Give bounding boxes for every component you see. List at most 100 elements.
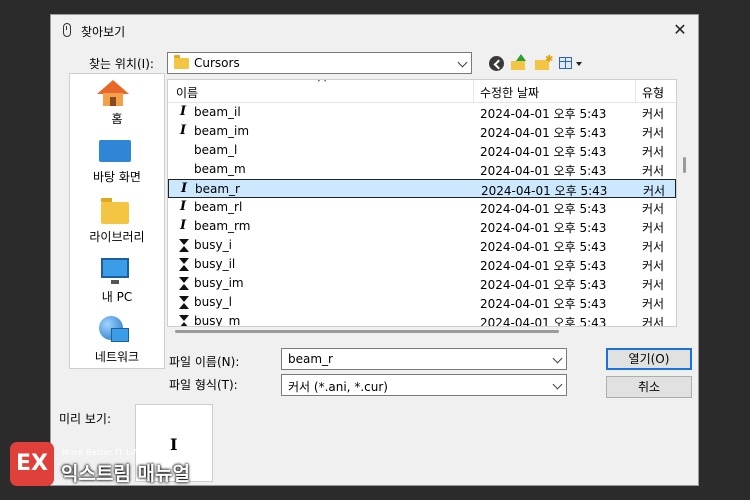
file-date: 2024-04-01 오후 5:43 [480, 259, 607, 273]
file-name: busy_il [194, 257, 236, 271]
view-menu-icon[interactable] [557, 53, 585, 73]
file-type: 커서 [642, 240, 665, 254]
file-list[interactable]: 이름 수정한 날짜 유형 Ibeam_il 2024-04-01 오후 5:43 커… [167, 79, 677, 327]
file-type: 커서 [642, 107, 665, 121]
file-name: busy_l [194, 295, 232, 309]
library-icon [101, 198, 129, 224]
file-type: 커서 [643, 184, 666, 198]
look-in-value: Cursors [194, 56, 240, 70]
folder-icon [174, 55, 189, 69]
text-cursor-icon: I [180, 123, 187, 138]
file-name: busy_im [194, 276, 244, 290]
vertical-scrollbar[interactable] [683, 157, 686, 173]
place-library[interactable]: 라이브러리 [70, 192, 164, 250]
file-row[interactable]: busy_i 2024-04-01 오후 5:43 커서 [168, 236, 676, 255]
file-type: 커서 [642, 202, 665, 216]
window-title: 찾아보기 [81, 25, 126, 39]
place-desktop[interactable]: 바탕 화면 [70, 132, 164, 190]
file-row[interactable]: busy_il 2024-04-01 오후 5:43 커서 [168, 255, 676, 274]
file-type-label: 파일 형식(T): [169, 378, 238, 392]
file-name: beam_il [194, 105, 241, 119]
file-row[interactable]: Ibeam_il 2024-04-01 오후 5:43 커서 [168, 103, 676, 122]
text-cursor-icon: I [180, 218, 187, 233]
new-folder-icon[interactable]: ✱ [533, 53, 553, 73]
file-name: beam_rm [194, 219, 251, 233]
file-name: busy_i [194, 238, 232, 252]
file-name: beam_l [194, 143, 238, 157]
horizontal-scrollbar[interactable] [175, 330, 559, 333]
file-type: 커서 [642, 259, 665, 273]
network-icon [99, 316, 129, 342]
file-date: 2024-04-01 오후 5:43 [480, 145, 607, 159]
busy-cursor-icon [179, 315, 189, 326]
file-date: 2024-04-01 오후 5:43 [480, 107, 607, 121]
places-bar: 홈 바탕 화면 라이브러리 내 PC 네트워크 [69, 73, 165, 369]
file-row[interactable]: busy_im 2024-04-01 오후 5:43 커서 [168, 274, 676, 293]
file-name: beam_r [195, 182, 240, 196]
watermark-title: 익스트림 매뉴얼 [61, 463, 190, 485]
file-type: 커서 [642, 316, 665, 327]
file-row[interactable]: busy_l 2024-04-01 오후 5:43 커서 [168, 293, 676, 312]
sort-up-icon [317, 80, 327, 86]
file-name: busy_m [194, 314, 241, 327]
file-row[interactable]: Ibeam_rm 2024-04-01 오후 5:43 커서 [168, 217, 676, 236]
file-date: 2024-04-01 오후 5:43 [480, 297, 607, 311]
mouse-icon [63, 23, 71, 37]
file-row[interactable]: beam_l 2024-04-01 오후 5:43 커서 [168, 141, 676, 160]
pc-icon [101, 258, 129, 284]
watermark: EX More Better IT Life 익스트림 매뉴얼 [6, 440, 202, 492]
file-date: 2024-04-01 오후 5:43 [480, 221, 607, 235]
column-header-name[interactable]: 이름 [176, 84, 198, 101]
file-date: 2024-04-01 오후 5:43 [480, 278, 607, 292]
chevron-down-icon[interactable] [552, 379, 563, 390]
busy-cursor-icon [179, 296, 189, 309]
file-date: 2024-04-01 오후 5:43 [480, 240, 607, 254]
busy-cursor-icon [179, 258, 189, 271]
file-name-value: beam_r [288, 352, 333, 366]
cancel-button[interactable]: 취소 [606, 376, 692, 398]
back-icon[interactable] [487, 53, 507, 73]
file-name-input[interactable]: beam_r [281, 348, 567, 370]
place-label: 라이브러리 [89, 230, 145, 244]
column-header-date[interactable]: 수정한 날짜 [480, 84, 539, 101]
look-in-label: 찾는 위치(I): [89, 57, 154, 71]
file-type: 커서 [642, 145, 665, 159]
text-cursor-icon: I [180, 199, 187, 214]
file-row[interactable]: Ibeam_im 2024-04-01 오후 5:43 커서 [168, 122, 676, 141]
file-row[interactable]: busy_m 2024-04-01 오후 5:43 커서 [168, 312, 676, 327]
file-type-dropdown[interactable]: 커서 (*.ani, *.cur) [281, 374, 567, 396]
column-header-type[interactable]: 유형 [642, 84, 664, 101]
file-row[interactable]: Ibeam_rl 2024-04-01 오후 5:43 커서 [168, 198, 676, 217]
place-network[interactable]: 네트워크 [70, 312, 164, 370]
open-button[interactable]: 열기(O) [606, 348, 692, 370]
look-in-dropdown[interactable]: Cursors [167, 52, 472, 74]
file-name-label: 파일 이름(N): [169, 355, 240, 369]
title-bar: 찾아보기 ✕ [51, 15, 698, 47]
file-row[interactable]: Ibeam_r 2024-04-01 오후 5:43 커서 [168, 179, 676, 198]
file-date: 2024-04-01 오후 5:43 [480, 202, 607, 216]
place-home[interactable]: 홈 [70, 74, 164, 132]
place-label: 바탕 화면 [93, 170, 141, 184]
file-row[interactable]: beam_m 2024-04-01 오후 5:43 커서 [168, 160, 676, 179]
text-cursor-icon: I [181, 181, 188, 196]
file-type: 커서 [642, 297, 665, 311]
close-button[interactable]: ✕ [668, 19, 692, 41]
watermark-subtitle: More Better IT Life [62, 448, 142, 457]
chevron-down-icon[interactable] [457, 57, 468, 68]
file-date: 2024-04-01 오후 5:43 [480, 316, 607, 327]
place-pc[interactable]: 내 PC [70, 252, 164, 310]
file-name: beam_m [194, 162, 246, 176]
chevron-down-icon[interactable] [552, 353, 563, 364]
preview-label: 미리 보기: [59, 412, 112, 426]
file-type: 커서 [642, 278, 665, 292]
file-date: 2024-04-01 오후 5:43 [480, 126, 607, 140]
text-cursor-icon: I [180, 104, 187, 119]
file-name: beam_rl [194, 200, 243, 214]
file-type: 커서 [642, 126, 665, 140]
busy-cursor-icon [179, 277, 189, 290]
up-folder-icon[interactable] [509, 53, 529, 73]
watermark-logo: EX [10, 442, 54, 486]
place-label: 내 PC [101, 290, 133, 304]
file-date: 2024-04-01 오후 5:43 [481, 184, 608, 198]
place-label: 홈 [111, 112, 123, 126]
